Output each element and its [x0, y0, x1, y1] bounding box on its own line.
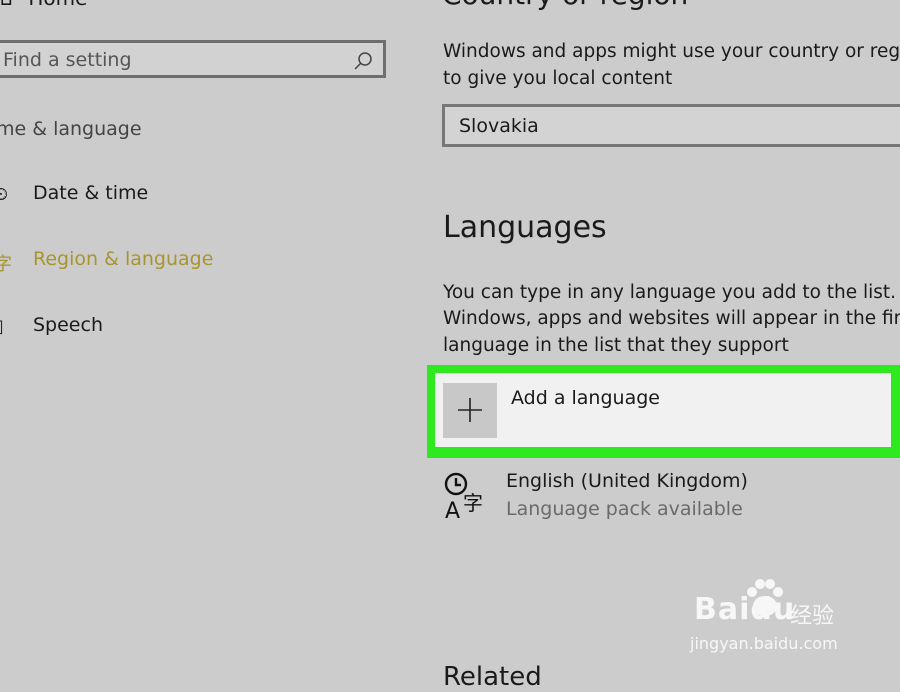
sidebar-item-label: Date & time — [33, 182, 149, 204]
sidebar-item-speech[interactable]: ▯ Speech — [0, 312, 400, 346]
microphone-icon: ▯ — [0, 316, 4, 337]
watermark-cn: 经验 — [790, 604, 835, 629]
language-pack-icon: A 字 — [444, 472, 483, 520]
svg-text:A: A — [445, 499, 460, 520]
language-name: English (United Kingdom) — [506, 470, 748, 492]
country-description-line2: to give you local content — [443, 68, 673, 89]
country-selected-value: Slovakia — [459, 115, 539, 137]
plus-icon-box — [443, 383, 497, 438]
section-title: me & language — [0, 118, 142, 140]
nav-home-label: Home — [28, 0, 87, 10]
language-status: Language pack available — [506, 498, 743, 520]
add-language-button[interactable]: Add a language — [435, 373, 891, 447]
sidebar-item-label: Speech — [33, 314, 103, 336]
sidebar-item-date-time[interactable]: ⏲ Date & time — [0, 180, 400, 214]
add-language-label: Add a language — [511, 387, 660, 409]
nav-home[interactable]: ⌂ Home — [0, 0, 87, 10]
svg-text:字: 字 — [463, 491, 483, 515]
watermark-brand: Baidu — [694, 592, 796, 627]
country-dropdown[interactable]: Slovakia — [442, 104, 900, 147]
search-input[interactable] — [3, 47, 343, 73]
languages-description-line2: Windows, apps and websites will appear i… — [443, 308, 900, 329]
plus-icon — [458, 398, 482, 422]
related-heading: Related — [443, 662, 542, 692]
home-icon: ⌂ — [0, 0, 22, 10]
search-icon[interactable] — [353, 51, 373, 71]
country-description-line1: Windows and apps might use your country … — [443, 41, 900, 62]
sidebar-item-label: Region & language — [33, 248, 214, 270]
languages-heading: Languages — [443, 210, 607, 245]
languages-description-line3: language in the list that they support — [443, 335, 789, 356]
search-box[interactable] — [0, 40, 386, 78]
country-heading: Country or region — [442, 0, 688, 11]
sidebar-item-region-language[interactable]: 字 Region & language — [0, 246, 400, 280]
language-item-english-uk[interactable]: A 字 English (United Kingdom) Language pa… — [440, 468, 900, 526]
language-character-icon: 字 — [0, 254, 12, 275]
baidu-watermark: Baidu 经验 jingyan.baidu.com — [688, 578, 868, 658]
languages-description-line1: You can type in any language you add to … — [443, 282, 897, 303]
watermark-url: jingyan.baidu.com — [690, 634, 838, 653]
clock-calendar-icon: ⏲ — [0, 184, 9, 205]
